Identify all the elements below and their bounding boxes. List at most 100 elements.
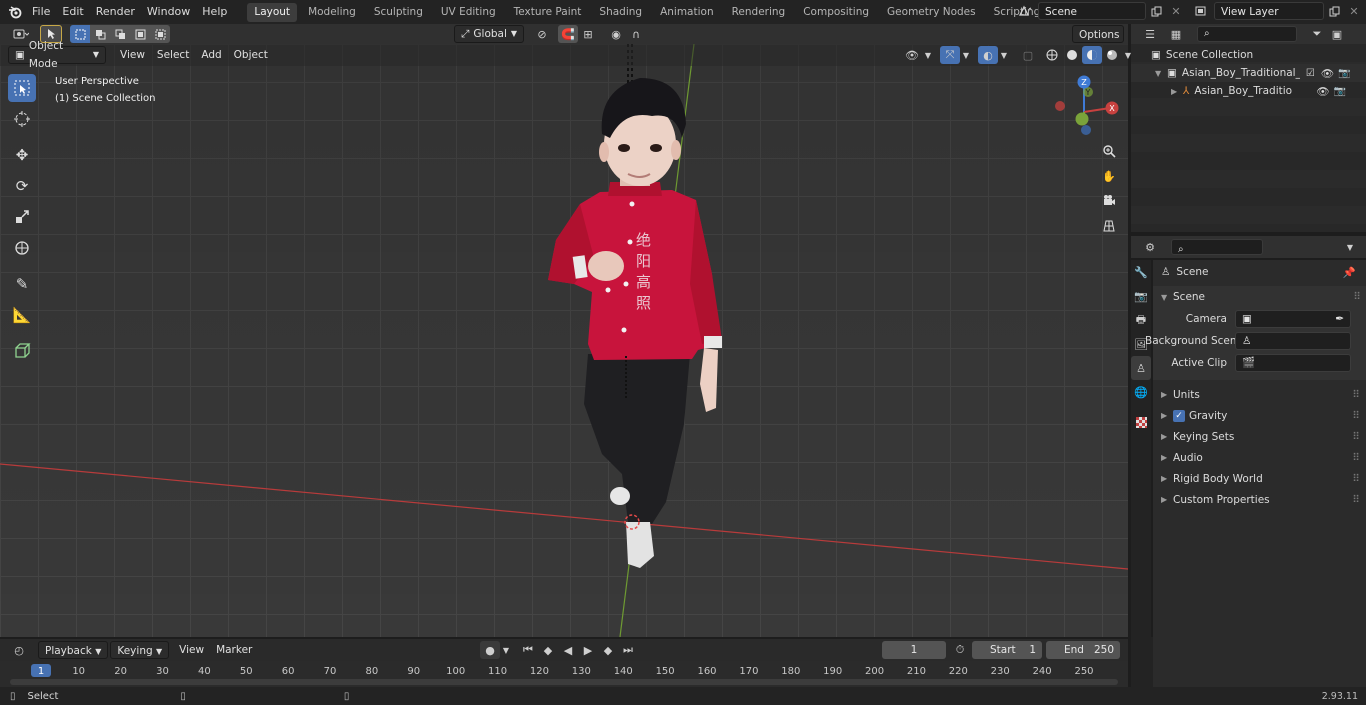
tab-texture-paint[interactable]: Texture Paint <box>507 3 589 22</box>
pin-icon[interactable]: 📌 <box>1343 266 1356 279</box>
view-layer-field[interactable]: View Layer <box>1214 2 1324 20</box>
proportional-edit-icon[interactable]: ◉ <box>606 25 626 43</box>
playback-menu[interactable]: Playback ▼ <box>38 641 109 659</box>
gravity-checkbox[interactable]: ✓ <box>1173 409 1185 422</box>
tab-layout[interactable]: Layout <box>247 2 298 22</box>
scene-tab-icon[interactable]: ♙ <box>1131 356 1151 380</box>
render-tab-icon[interactable]: 📷 <box>1131 284 1151 308</box>
camera-view-icon[interactable] <box>1098 190 1120 212</box>
display-mode-icon[interactable]: ▦ <box>1163 25 1189 43</box>
character-model[interactable] <box>548 78 722 568</box>
scale-tool-icon[interactable] <box>8 203 36 231</box>
panel-custom-properties[interactable]: ▶ Custom Properties ⠿ <box>1153 489 1366 510</box>
view-layer-icon[interactable] <box>1188 2 1214 20</box>
chevron-down-icon[interactable]: ▼ <box>960 46 972 64</box>
panel-gravity[interactable]: ▶ ✓ Gravity ⠿ <box>1153 405 1366 426</box>
record-icon[interactable]: ● <box>480 641 500 659</box>
snap-toggle-icon[interactable]: 🧲 <box>558 25 578 43</box>
timeline[interactable]: 1 10 20 30 40 50 60 70 80 90 100 110 120 130 140 150 160… <box>0 661 1128 687</box>
scene-section-header[interactable]: ▼ Scene ⠿ <box>1153 286 1366 308</box>
gizmo-toggle-icon[interactable]: ⤧ <box>940 46 960 64</box>
select-extend-icon[interactable] <box>90 25 110 43</box>
tab-uv-editing[interactable]: UV Editing <box>434 3 503 22</box>
tab-animation[interactable]: Animation <box>653 3 721 22</box>
menu-file[interactable]: File <box>26 0 56 24</box>
transform-orientation-dropdown[interactable]: ⤢ Global ▼ <box>454 25 524 43</box>
outliner-search-input[interactable]: ⌕ <box>1197 26 1297 42</box>
chevron-down-icon[interactable]: ▼ <box>998 46 1010 64</box>
copy-scene-icon[interactable] <box>1146 2 1166 20</box>
select-intersect-icon[interactable] <box>150 25 170 43</box>
transform-tool-icon[interactable] <box>8 234 36 262</box>
rotate-tool-icon[interactable]: ⟳ <box>8 172 36 200</box>
play-reverse-icon[interactable]: ◀ <box>558 641 578 659</box>
outliner-editor-icon[interactable]: ☰ <box>1137 25 1163 43</box>
camera-icon[interactable]: 📷 <box>1334 86 1346 97</box>
solid-shading-icon[interactable] <box>1062 46 1082 64</box>
drag-handle-icon[interactable]: ⠿ <box>1352 473 1360 485</box>
drag-handle-icon[interactable]: ⠿ <box>1352 494 1360 506</box>
menu-help[interactable]: Help <box>196 0 233 24</box>
jump-end-icon[interactable]: ⏭ <box>618 641 638 659</box>
end-frame-field[interactable]: End 250 <box>1046 641 1120 659</box>
drag-handle-icon[interactable]: ⠿ <box>1352 389 1360 401</box>
snap-target-icon[interactable]: ⊞ <box>578 25 598 43</box>
timeline-view-menu[interactable]: View <box>173 641 210 659</box>
pan-hand-icon[interactable]: ✋ <box>1098 165 1120 187</box>
select-subtract-icon[interactable] <box>110 25 130 43</box>
visibility-icon[interactable]: 👁 <box>902 46 922 64</box>
drag-handle-icon[interactable]: ⠿ <box>1352 431 1360 443</box>
menu-render[interactable]: Render <box>90 0 141 24</box>
select-invert-icon[interactable] <box>130 25 150 43</box>
filter-icon[interactable]: ⏷ <box>1307 25 1327 43</box>
overlay-toggle-icon[interactable]: ◐ <box>978 46 998 64</box>
add-cube-icon[interactable] <box>8 337 36 365</box>
expand-down-icon[interactable]: ▼ <box>1155 69 1167 78</box>
next-keyframe-icon[interactable]: ◆ <box>598 641 618 659</box>
navigation-gizmo[interactable]: Z X Y <box>1048 70 1120 142</box>
camera-field[interactable]: ▣ ✒ <box>1235 310 1351 328</box>
frame-ruler[interactable]: 1 10 20 30 40 50 60 70 80 90 100 110 120 130 140 150 160… <box>0 661 1128 677</box>
keying-menu[interactable]: Keying ▼ <box>110 641 170 659</box>
new-collection-icon[interactable]: ▣ <box>1327 25 1347 43</box>
properties-editor-icon[interactable]: ⚙ <box>1137 238 1163 256</box>
outliner-root[interactable]: ▣ Scene Collection <box>1131 46 1366 64</box>
cursor-tool-icon[interactable] <box>8 105 36 133</box>
zoom-icon[interactable] <box>1098 140 1120 162</box>
drag-handle-icon[interactable]: ⠿ <box>1353 291 1361 303</box>
tab-shading[interactable]: Shading <box>592 3 649 22</box>
drag-handle-icon[interactable]: ⠿ <box>1352 410 1360 422</box>
panel-keying-sets[interactable]: ▶ Keying Sets ⠿ <box>1153 426 1366 447</box>
wireframe-shading-icon[interactable] <box>1042 46 1062 64</box>
jump-start-icon[interactable]: ⏮ <box>518 641 538 659</box>
timeline-editor-icon[interactable]: ◴ <box>6 641 32 659</box>
chevron-down-icon[interactable]: ▼ <box>922 46 934 64</box>
panel-units[interactable]: ▶ Units ⠿ <box>1153 384 1366 405</box>
chevron-down-icon[interactable]: ▼ <box>500 641 512 659</box>
remove-scene-icon[interactable]: ✕ <box>1166 2 1186 20</box>
menu-object[interactable]: Object <box>228 46 274 64</box>
menu-window[interactable]: Window <box>141 0 196 24</box>
tab-sculpting[interactable]: Sculpting <box>367 3 430 22</box>
prev-keyframe-icon[interactable]: ◆ <box>538 641 558 659</box>
copy-view-layer-icon[interactable] <box>1324 2 1344 20</box>
camera-icon[interactable]: 📷 <box>1338 68 1350 79</box>
scene-field[interactable]: Scene <box>1038 2 1146 20</box>
select-box-icon[interactable] <box>8 74 36 102</box>
material-preview-icon[interactable] <box>1082 46 1102 64</box>
drag-handle-icon[interactable]: ⠿ <box>1352 452 1360 464</box>
outliner-item[interactable]: ▶ ⅄ Asian_Boy_Traditional_C 👁 📷 <box>1131 82 1366 100</box>
chevron-down-icon[interactable]: ▼ <box>1340 238 1360 256</box>
play-icon[interactable]: ▶ <box>578 641 598 659</box>
menu-select[interactable]: Select <box>151 46 195 64</box>
stopwatch-icon[interactable]: ⏱ <box>950 641 970 659</box>
expand-right-icon[interactable]: ▶ <box>1171 87 1183 96</box>
menu-view[interactable]: View <box>114 46 151 64</box>
rendered-shading-icon[interactable] <box>1102 46 1122 64</box>
falloff-icon[interactable]: ∩ <box>626 25 646 43</box>
tab-geometry-nodes[interactable]: Geometry Nodes <box>880 3 983 22</box>
outliner-item[interactable]: ▼ ▣ Asian_Boy_Traditional_Costur ☑ 👁 📷 <box>1131 64 1366 82</box>
measure-tool-icon[interactable]: 📐 <box>8 301 36 329</box>
move-tool-icon[interactable]: ✥ <box>8 141 36 169</box>
panel-audio[interactable]: ▶ Audio ⠿ <box>1153 447 1366 468</box>
